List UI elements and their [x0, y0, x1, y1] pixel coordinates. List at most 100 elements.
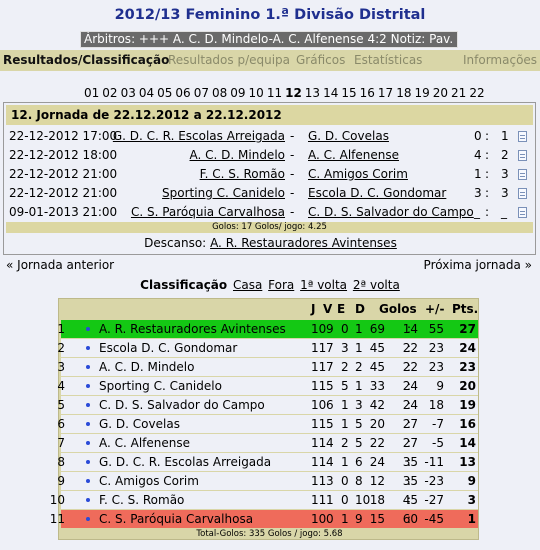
home-team-link[interactable]: Sporting C. Canidelo [162, 184, 285, 203]
home-team-link[interactable]: F. C. S. Romão [200, 165, 285, 184]
jornada-link[interactable]: 06 [175, 86, 190, 100]
score-separator: : [485, 205, 490, 219]
jornada-link[interactable]: 09 [230, 86, 245, 100]
points-cell: 24 [459, 341, 476, 355]
played-cell: 11 [311, 360, 327, 374]
jornada-link[interactable]: 17 [378, 86, 393, 100]
rest-label: Descanso: [144, 236, 207, 250]
jornada-link[interactable]: 16 [360, 86, 375, 100]
tab-estatisticas[interactable]: Estatísticas [354, 50, 422, 71]
wins-cell: 5 [326, 417, 334, 431]
standings-footer: Total-Golos: 335 Golos / jogo: 5.68 [196, 529, 343, 539]
wins-cell: 4 [326, 436, 334, 450]
draws-cell: 5 [341, 379, 349, 393]
rest-team-link[interactable]: A. R. Restauradores Avintenses [210, 236, 397, 250]
jornada-link[interactable]: 04 [139, 86, 154, 100]
standings-row: 5 C. D. S. Salvador do Campo 10 6 1 3 42 24 18 19… [57, 396, 478, 414]
match-datetime: 22-12-2012 21:00 [9, 186, 118, 200]
standings-row: 1 A. R. Restauradores Avintenses 10 9 0 1 69 14… [57, 320, 478, 338]
match-report-icon[interactable] [518, 169, 527, 180]
classification-heading: Classificação Casa Fora 1ª volta 2ª volt… [0, 278, 540, 292]
team-name[interactable]: A. R. Restauradores Avintenses [99, 320, 286, 338]
jornada-link[interactable]: 19 [414, 86, 429, 100]
jornada-link[interactable]: 03 [121, 86, 136, 100]
team-bullet-icon [86, 460, 90, 464]
round-results-box: 12. Jornada de 22.12.2012 a 22.12.2012 2… [3, 102, 536, 255]
home-team-link[interactable]: G. D. C. R. Escolas Arreigada [113, 127, 285, 146]
wins-cell: 7 [326, 360, 334, 374]
jornada-link[interactable]: 20 [433, 86, 448, 100]
match-report-icon[interactable] [518, 131, 527, 142]
away-team-link[interactable]: C. Amigos Corim [308, 165, 408, 184]
jornada-link[interactable]: 15 [341, 86, 356, 100]
round-goals-summary: Golos: 17 Golos/ jogo: 4.25 [6, 222, 533, 233]
away-team-link[interactable]: C. D. S. Salvador do Campo [308, 203, 474, 222]
goals-for-cell: 69 [369, 322, 385, 336]
jornada-link[interactable]: 02 [102, 86, 117, 100]
goals-colon: : [407, 493, 412, 507]
match-report-icon[interactable] [518, 188, 527, 199]
home-team-link[interactable]: C. S. Paróquia Carvalhosa [131, 203, 285, 222]
previous-round-link[interactable]: « Jornada anterior [6, 258, 114, 272]
jornada-link[interactable]: 21 [451, 86, 466, 100]
jornada-link[interactable]: 22 [469, 86, 484, 100]
match-separator: - [290, 148, 295, 162]
filter-fora-link[interactable]: Fora [268, 278, 294, 292]
goal-diff-cell: -27 [424, 493, 444, 507]
away-team-link[interactable]: A. C. Alfenense [308, 146, 399, 165]
team-name[interactable]: C. Amigos Corim [99, 472, 199, 490]
jornada-link[interactable]: 11 [267, 86, 282, 100]
team-name[interactable]: G. D. C. R. Escolas Arreigada [99, 453, 271, 471]
match-report-icon[interactable] [518, 150, 527, 161]
wins-cell: 3 [326, 474, 334, 488]
draws-cell: 1 [341, 398, 349, 412]
team-bullet-icon [86, 422, 90, 426]
jornada-link[interactable]: 12 [285, 86, 302, 100]
played-cell: 10 [311, 398, 327, 412]
referee-ticker: Árbitros: +++ A. C. D. Mindelo-A. C. Alf… [80, 31, 458, 48]
goal-diff-cell: -7 [432, 417, 444, 431]
jornada-link[interactable]: 08 [212, 86, 227, 100]
team-name[interactable]: A. C. Alfenense [99, 434, 190, 452]
team-name[interactable]: Sporting C. Canidelo [99, 377, 222, 395]
filter-first-half-link[interactable]: 1ª volta [300, 278, 347, 292]
goals-colon: : [407, 455, 412, 469]
jornada-link[interactable]: 18 [396, 86, 411, 100]
team-name[interactable]: C. D. S. Salvador do Campo [99, 396, 265, 414]
filter-casa-link[interactable]: Casa [233, 278, 262, 292]
tab-resultados-classificacao[interactable]: Resultados/Classificação [3, 50, 169, 71]
team-bullet-icon [86, 384, 90, 388]
team-name[interactable]: A. C. D. Mindelo [99, 358, 194, 376]
home-team-link[interactable]: A. C. D. Mindelo [190, 146, 285, 165]
jornada-link[interactable]: 10 [249, 86, 264, 100]
tab-informacoes[interactable]: Informações [463, 50, 537, 71]
col-d: D [355, 302, 365, 316]
jornada-link[interactable]: 07 [194, 86, 209, 100]
team-name[interactable]: F. C. S. Romão [99, 491, 184, 509]
played-cell: 11 [311, 341, 327, 355]
pos-cell: 7 [57, 436, 65, 450]
wins-cell: 7 [326, 341, 334, 355]
match-report-icon[interactable] [518, 207, 527, 218]
classification-label: Classificação [140, 278, 228, 292]
jornada-link[interactable]: 13 [305, 86, 320, 100]
away-team-link[interactable]: Escola D. C. Gondomar [308, 184, 446, 203]
away-team-link[interactable]: G. D. Covelas [308, 127, 389, 146]
jornada-link[interactable]: 05 [157, 86, 172, 100]
team-name[interactable]: Escola D. C. Gondomar [99, 339, 237, 357]
goals-for-cell: 15 [369, 512, 385, 526]
tab-resultados-por-equipa[interactable]: Resultados p/equipa [168, 50, 290, 71]
draws-cell: 0 [341, 493, 349, 507]
team-bullet-icon [86, 365, 90, 369]
tab-graficos[interactable]: Gráficos [296, 50, 345, 71]
jornada-link[interactable]: 01 [84, 86, 99, 100]
wins-cell: 5 [326, 379, 334, 393]
team-name[interactable]: C. S. Paróquia Carvalhosa [99, 510, 253, 528]
col-golos: Golos [379, 302, 417, 316]
match-datetime: 09-01-2013 21:00 [9, 205, 118, 219]
team-name[interactable]: G. D. Covelas [99, 415, 180, 433]
next-round-link[interactable]: Próxima jornada » [424, 258, 532, 272]
filter-second-half-link[interactable]: 2ª volta [353, 278, 400, 292]
jornada-link[interactable]: 14 [323, 86, 338, 100]
pos-cell: 3 [57, 360, 65, 374]
